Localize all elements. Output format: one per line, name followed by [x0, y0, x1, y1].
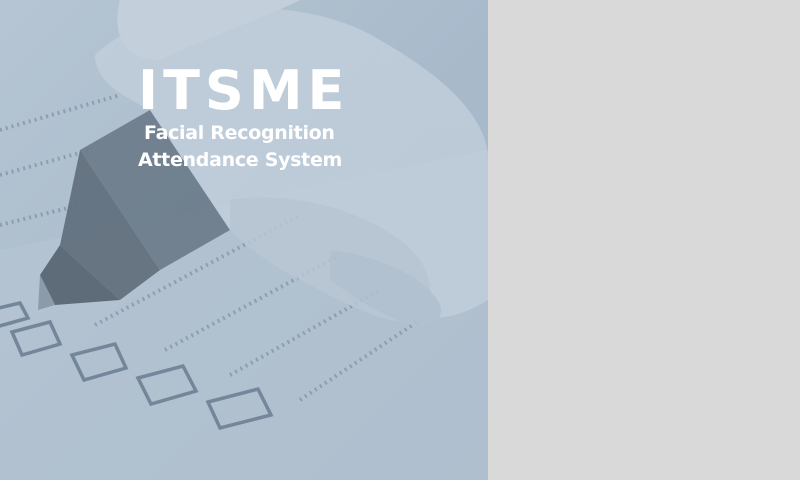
splash-screen: ITSME Facial Recognition Attendance Syst…	[0, 0, 800, 480]
app-logo: ITSME	[138, 59, 350, 122]
tagline-line-1: Facial Recognition	[144, 122, 335, 144]
tagline-line-2: Attendance System	[138, 149, 343, 171]
side-panel	[488, 0, 800, 480]
brand-block: ITSME Facial Recognition Attendance Syst…	[138, 62, 349, 174]
hero-panel: ITSME Facial Recognition Attendance Syst…	[0, 0, 488, 480]
